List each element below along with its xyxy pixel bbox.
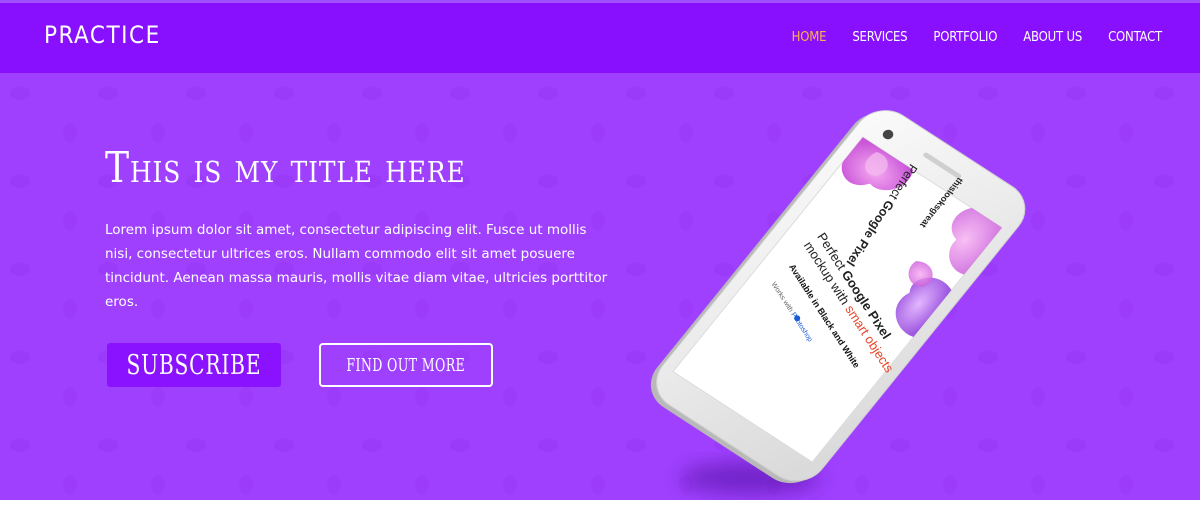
hero-section: This is my title here Lorem ipsum dolor … [0,73,1200,500]
nav-item-about-us[interactable]: ABOUT US [1023,30,1082,45]
subscribe-button[interactable]: SUBSCRIBE [107,343,281,387]
subscribe-button-label: SUBSCRIBE [126,349,262,381]
nav-item-home[interactable]: HOME [792,30,827,45]
main-nav: HOME SERVICES PORTFOLIO ABOUT US CONTACT [792,30,1163,45]
nav-item-contact[interactable]: CONTACT [1108,30,1162,45]
top-navigation-bar: PRACTICE HOME SERVICES PORTFOLIO ABOUT U… [0,0,1200,73]
find-out-more-label: FIND OUT MORE [346,354,466,376]
find-out-more-button[interactable]: FIND OUT MORE [319,343,493,387]
hero-title: This is my title here [105,143,466,192]
nav-item-portfolio[interactable]: PORTFOLIO [933,30,997,45]
brand-logo[interactable]: PRACTICE [44,21,161,49]
nav-item-services[interactable]: SERVICES [852,30,907,45]
page: PRACTICE HOME SERVICES PORTFOLIO ABOUT U… [0,0,1200,523]
hero-paragraph: Lorem ipsum dolor sit amet, consectetur … [105,222,608,310]
phone-mockup-image: thislooksgreat Perfect Google Pixel Perf… [650,110,1026,494]
